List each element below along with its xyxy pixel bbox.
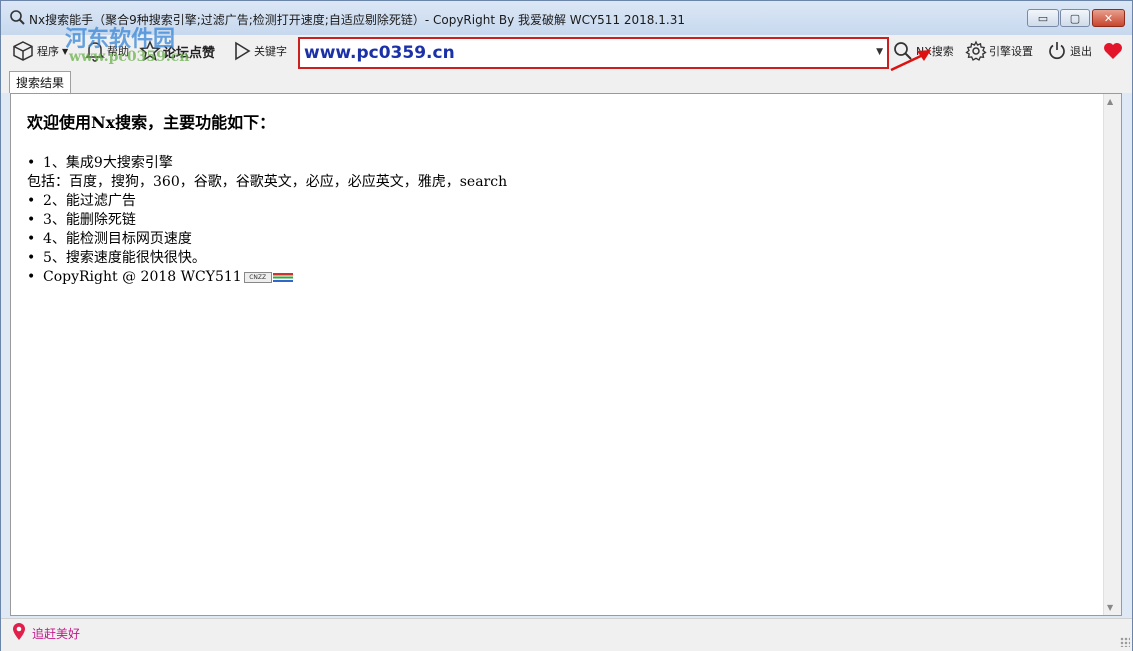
resize-grip-icon[interactable] xyxy=(1120,637,1130,647)
exit-button[interactable]: 退出 xyxy=(1046,36,1092,66)
play-icon xyxy=(235,41,251,61)
vertical-scrollbar[interactable]: ▲ ▼ xyxy=(1103,94,1121,615)
welcome-document: 欢迎使用Nx搜索，主要功能如下： 1、集成9大搜索引擎 包括：百度，搜狗，360… xyxy=(27,112,507,287)
close-button[interactable]: ✕ xyxy=(1092,9,1125,27)
list-item: 4、能检测目标网页速度 xyxy=(27,230,507,249)
watermark-url: www.pc0359.cn xyxy=(69,49,190,65)
search-combobox[interactable]: ▼ xyxy=(298,37,889,69)
minimize-button[interactable]: ▭ xyxy=(1027,9,1059,27)
tab-strip: 搜索结果 xyxy=(1,71,1132,93)
list-item: 2、能过滤广告 xyxy=(27,192,507,211)
engine-settings-button[interactable]: 引擎设置 xyxy=(965,36,1033,66)
app-window: Nx搜索能手（聚合9种搜索引擎;过滤广告;检测打开速度;自适应剔除死链）- Co… xyxy=(0,0,1133,651)
gear-icon xyxy=(965,40,987,61)
keyword-button[interactable]: 关键字 xyxy=(232,36,287,66)
engines-line: 包括：百度，搜狗，360，谷歌，谷歌英文，必应，必应英文，雅虎，search xyxy=(27,174,508,190)
search-input[interactable] xyxy=(304,43,864,63)
stats-bars-icon xyxy=(272,272,293,282)
maximize-button[interactable]: ▢ xyxy=(1060,9,1090,27)
exit-label: 退出 xyxy=(1070,45,1092,58)
location-pin-icon xyxy=(13,623,25,640)
list-item: 5、搜索速度能很快很快。 xyxy=(27,249,507,268)
list-item: 3、能删除死链 xyxy=(27,211,507,230)
scroll-up-icon[interactable]: ▲ xyxy=(1107,97,1113,106)
copyright-text: CopyRight @ 2018 WCY511 xyxy=(43,269,242,285)
copyright-item: CopyRight @ 2018 WCY511CNZZ xyxy=(27,268,507,287)
search-icon xyxy=(10,10,25,25)
results-panel: 欢迎使用Nx搜索，主要功能如下： 1、集成9大搜索引擎 包括：百度，搜狗，360… xyxy=(10,93,1122,616)
page-title: 欢迎使用Nx搜索，主要功能如下： xyxy=(27,113,276,132)
cnzz-badge[interactable]: CNZZ xyxy=(243,271,272,283)
heart-button[interactable] xyxy=(1102,36,1126,66)
program-menu-button[interactable]: 程序 ▼ xyxy=(11,36,68,66)
cube-icon xyxy=(13,41,33,61)
list-item: 1、集成9大搜索引擎 xyxy=(27,154,507,173)
engine-settings-label: 引擎设置 xyxy=(989,45,1033,58)
program-label: 程序 xyxy=(37,45,59,58)
status-bar: 追赶美好 xyxy=(1,618,1132,651)
status-text: 追赶美好 xyxy=(32,627,81,641)
scroll-down-icon[interactable]: ▼ xyxy=(1107,603,1113,612)
combo-dropdown-icon[interactable]: ▼ xyxy=(876,47,883,57)
tab-search-results[interactable]: 搜索结果 xyxy=(9,71,72,93)
heart-icon xyxy=(1104,43,1122,59)
power-icon xyxy=(1049,42,1065,60)
keyword-label: 关键字 xyxy=(254,45,287,58)
